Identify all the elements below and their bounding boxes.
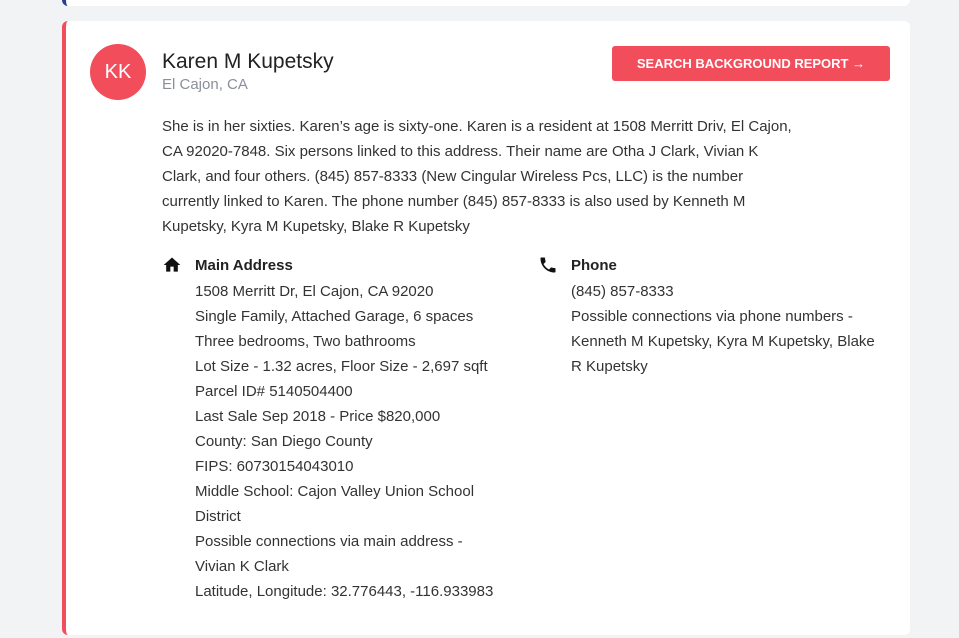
address-line: Latitude, Longitude: 32.776443, -116.933… [195, 583, 494, 600]
address-line: Lot Size - 1.32 acres, Floor Size - 2,69… [195, 358, 488, 375]
address-line: Single Family, Attached Garage, 6 spaces [195, 308, 474, 325]
home-icon [163, 257, 181, 272]
phone-section: Phone (845) 857-8333 Possible connection… [538, 253, 878, 379]
address-line: Possible connections via main address - … [195, 533, 463, 575]
main-address-section: Main Address 1508 Merritt Dr, El Cajon, … [162, 253, 502, 604]
main-address-title: Main Address [195, 256, 293, 274]
phone-connections: Possible connections via phone numbers -… [571, 308, 875, 375]
address-line: Three bedrooms, Two bathrooms [195, 333, 416, 350]
search-background-report-button[interactable]: SEARCH BACKGROUND REPORT → [612, 46, 890, 81]
avatar: KK [90, 44, 146, 100]
address-line: Last Sale Sep 2018 - Price $820,000 [195, 408, 441, 425]
previous-card [62, 0, 910, 6]
address-line: 1508 Merritt Dr, El Cajon, CA 92020 [195, 283, 434, 300]
phone-icon [540, 257, 556, 273]
person-location: El Cajon, CA [162, 76, 248, 93]
phone-number[interactable]: (845) 857-8333 [571, 279, 878, 304]
address-line: County: San Diego County [195, 433, 373, 450]
address-line: FIPS: 60730154043010 [195, 458, 354, 475]
address-line: Parcel ID# 5140504400 [195, 383, 353, 400]
address-line: Middle School: Cajon Valley Union School… [195, 483, 475, 525]
person-description: She is in her sixties. Karen’s age is si… [162, 118, 792, 235]
person-name[interactable]: Karen M Kupetsky [162, 50, 334, 74]
person-card: KK Karen M Kupetsky El Cajon, CA SEARCH … [62, 21, 910, 635]
phone-title: Phone [571, 256, 617, 274]
